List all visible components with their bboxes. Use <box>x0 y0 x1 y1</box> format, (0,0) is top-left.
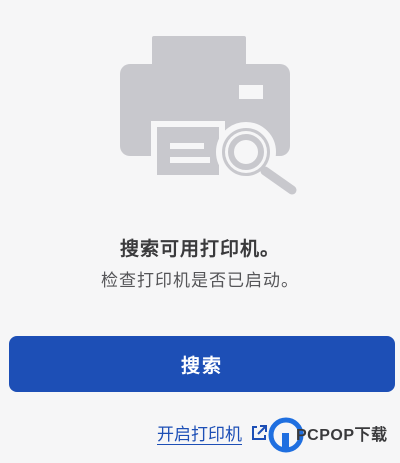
empty-state-subtitle: 检查打印机是否已启动。 <box>101 271 299 291</box>
printer-search-illustration <box>112 34 300 198</box>
empty-state-title: 搜索可用打印机。 <box>119 238 280 260</box>
search-button[interactable]: 搜索 <box>9 336 395 392</box>
open-printer-link[interactable]: 开启打印机 <box>157 420 268 445</box>
printer-search-icon <box>120 36 297 195</box>
watermark-text: PCPOP下载 <box>296 427 388 444</box>
open-printer-label: 开启打印机 <box>157 425 242 445</box>
watermark: PCPOP下载 <box>268 411 398 461</box>
external-link-icon <box>250 424 268 442</box>
